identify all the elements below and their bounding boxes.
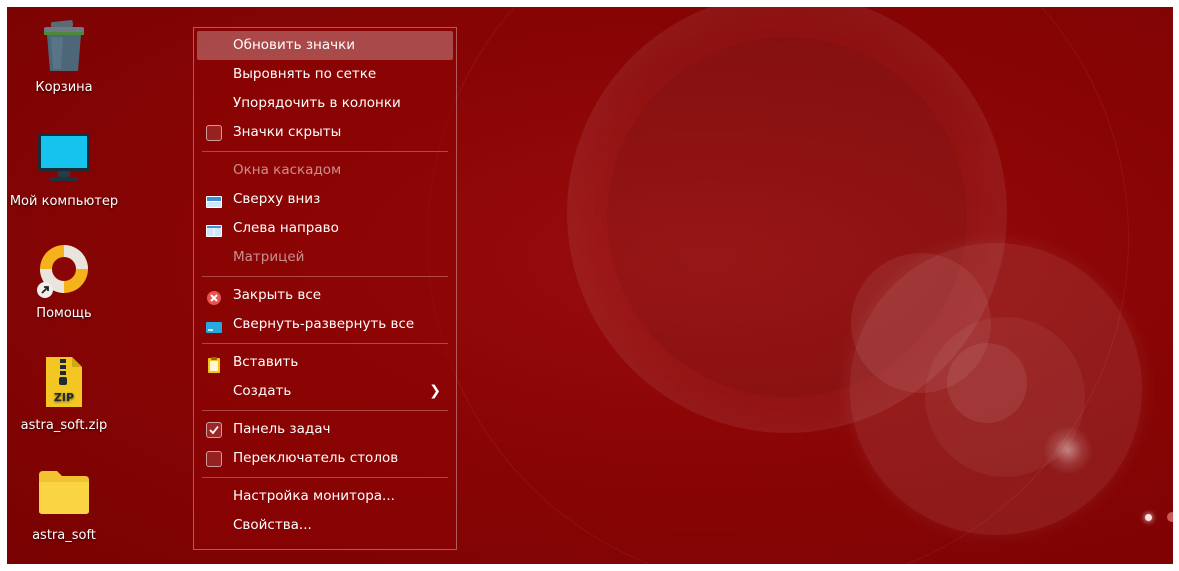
zip-archive-icon: ZIP (42, 355, 86, 409)
menu-separator (202, 276, 448, 277)
menu-item-minimize-restore-all[interactable]: Свернуть-развернуть все (197, 310, 453, 339)
desktop-icon-trash[interactable]: Корзина (9, 19, 119, 96)
tile-horizontal-icon (206, 192, 222, 208)
close-all-icon (206, 288, 222, 305)
menu-item-label: Вставить (233, 354, 299, 370)
menu-separator (202, 151, 448, 152)
menu-item-icons-hidden[interactable]: Значки скрыты (197, 118, 453, 147)
menu-item-matrix: Матрицей (197, 243, 453, 272)
desktop-icon-label: Помощь (36, 306, 92, 321)
menu-item-create[interactable]: Создать ❯ (197, 377, 453, 406)
desktop-icon-label: astra_soft (32, 528, 96, 543)
menu-item-tile-top-bottom[interactable]: Сверху вниз (197, 185, 453, 214)
menu-item-refresh-icons[interactable]: Обновить значки (197, 31, 453, 60)
menu-item-label: Свернуть-развернуть все (233, 316, 415, 332)
wallpaper-glow (1043, 425, 1093, 475)
desktop-icon-label: Мой компьютер (9, 194, 119, 209)
minimize-all-icon (206, 317, 222, 333)
menu-item-label: Создать (233, 383, 292, 399)
menu-item-taskbar[interactable]: Панель задач (197, 415, 453, 444)
svg-text:ZIP: ZIP (54, 391, 74, 404)
menu-item-label: Свойства... (233, 517, 312, 533)
menu-item-label: Матрицей (233, 249, 305, 265)
menu-item-properties[interactable]: Свойства... (197, 511, 453, 540)
tile-vertical-icon (206, 221, 222, 237)
desktop-icon-label: astra_soft.zip (20, 418, 108, 433)
desktop[interactable]: Корзина Мой компьютер Помощь ZIP astra_s… (7, 7, 1173, 564)
checkbox-unchecked-icon[interactable] (206, 125, 222, 141)
menu-item-label: Слева направо (233, 220, 339, 236)
desktop-context-menu: Обновить значки Выровнять по сетке Упоря… (193, 27, 457, 550)
menu-item-paste[interactable]: Вставить (197, 348, 453, 377)
menu-item-desktop-switcher[interactable]: Переключатель столов (197, 444, 453, 473)
menu-item-label: Настройка монитора... (233, 488, 395, 504)
help-lifebuoy-icon (36, 243, 92, 299)
menu-item-label: Выровнять по сетке (233, 66, 377, 82)
paste-icon (206, 355, 222, 373)
desktop-icon-folder[interactable]: astra_soft (9, 469, 119, 544)
desktop-icon-my-computer[interactable]: Мой компьютер (9, 131, 119, 210)
checkbox-unchecked-icon[interactable] (206, 451, 222, 467)
computer-icon (36, 131, 92, 183)
desktop-icon-label: Корзина (35, 80, 93, 95)
menu-item-label: Сверху вниз (233, 191, 321, 207)
menu-item-arrange-columns[interactable]: Упорядочить в колонки (197, 89, 453, 118)
menu-separator (202, 343, 448, 344)
menu-item-label: Значки скрыты (233, 124, 342, 140)
menu-item-label: Окна каскадом (233, 162, 342, 178)
chevron-right-icon: ❯ (429, 383, 441, 399)
menu-item-align-to-grid[interactable]: Выровнять по сетке (197, 60, 453, 89)
menu-item-close-all[interactable]: Закрыть все (197, 281, 453, 310)
wallpaper-sparkle (1167, 512, 1173, 522)
menu-separator (202, 477, 448, 478)
folder-icon (37, 469, 91, 515)
wallpaper-bubble (947, 343, 1027, 423)
desktop-icon-help[interactable]: Помощь (9, 243, 119, 322)
menu-item-label: Переключатель столов (233, 450, 399, 466)
menu-item-label: Упорядочить в колонки (233, 95, 401, 111)
menu-item-cascade-windows: Окна каскадом (197, 156, 453, 185)
menu-separator (202, 410, 448, 411)
desktop-icon-zip[interactable]: ZIP astra_soft.zip (9, 355, 119, 434)
menu-item-label: Панель задач (233, 421, 331, 437)
menu-item-monitor-settings[interactable]: Настройка монитора... (197, 482, 453, 511)
menu-item-label: Обновить значки (233, 37, 356, 53)
menu-item-tile-left-right[interactable]: Слева направо (197, 214, 453, 243)
checkbox-checked-icon[interactable] (206, 422, 222, 438)
menu-item-label: Закрыть все (233, 287, 322, 303)
trash-icon (41, 19, 87, 73)
wallpaper-sparkle (1145, 514, 1152, 521)
